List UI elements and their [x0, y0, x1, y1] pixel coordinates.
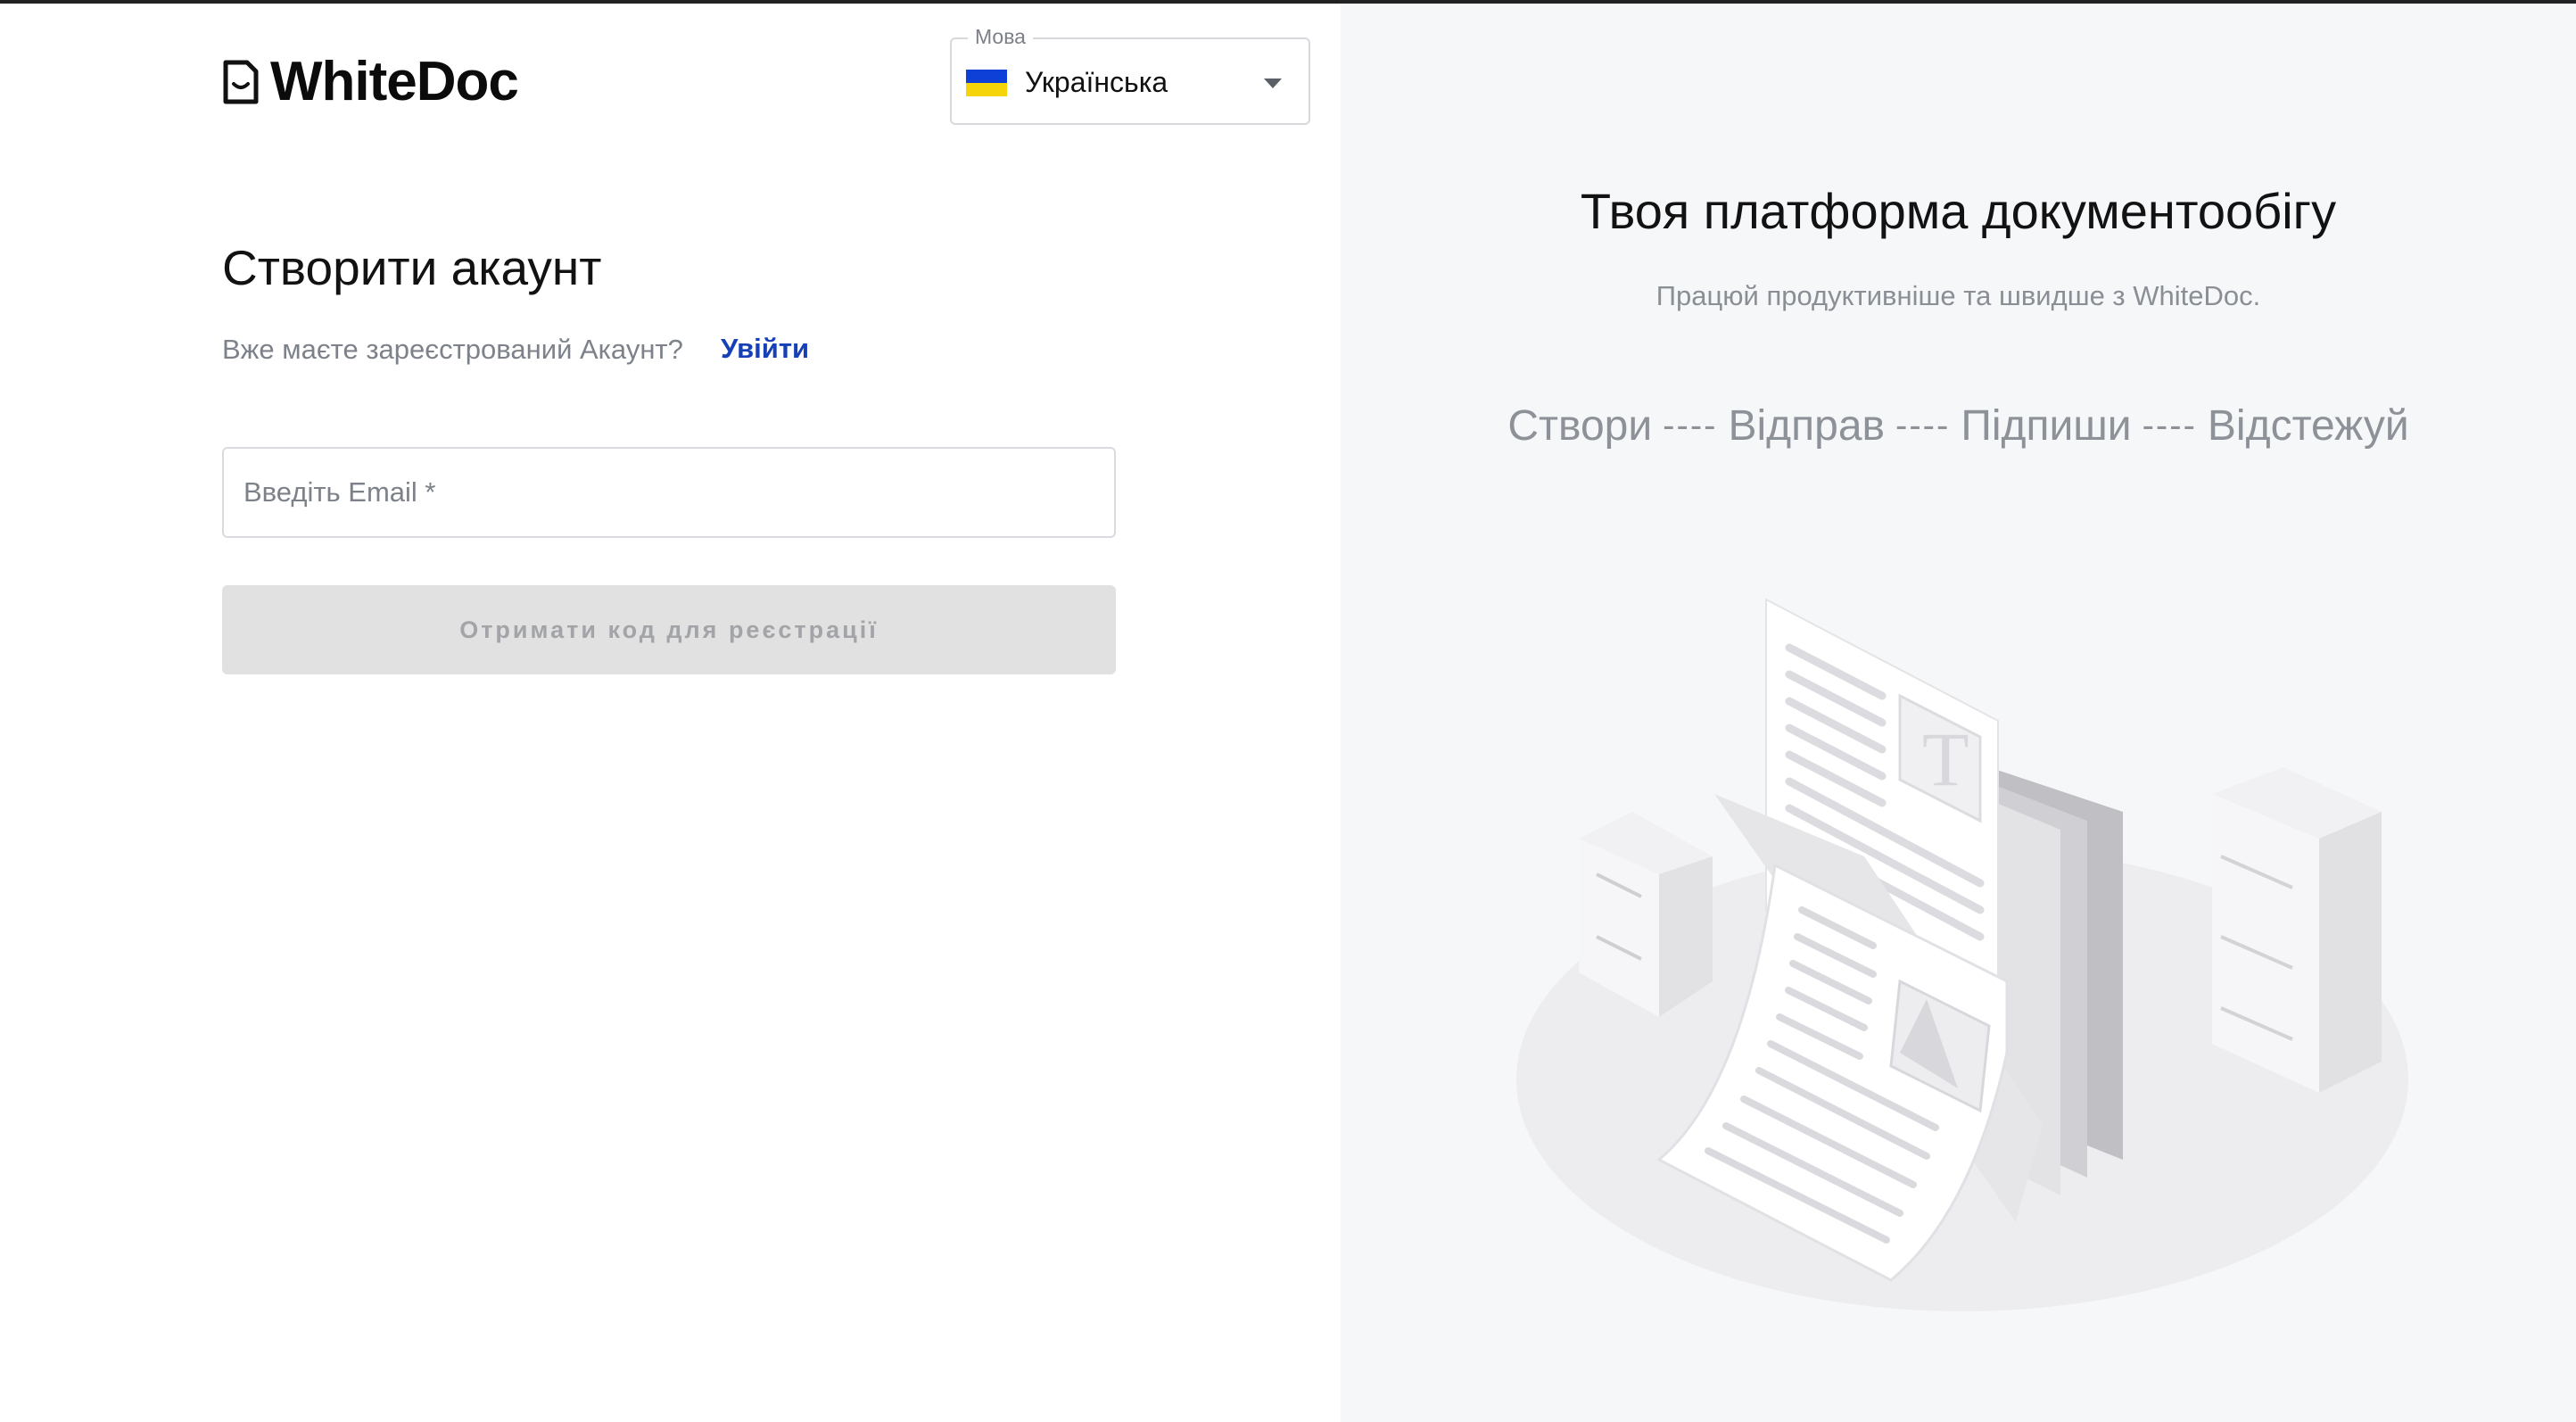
brand-name: WhiteDoc: [270, 51, 519, 112]
ukraine-flag-icon: [966, 70, 1007, 96]
step-separator: ----: [1895, 406, 1951, 445]
promo-title: Твоя платформа документообігу: [1580, 183, 2337, 239]
svg-text:T: T: [1922, 716, 1969, 802]
promo-subtitle: Працюй продуктивніше та швидше з WhiteDo…: [1655, 280, 2261, 311]
step-separator: ----: [1663, 406, 1718, 445]
brand-logo[interactable]: WhiteDoc: [222, 50, 519, 113]
document-logo-icon: [223, 60, 259, 103]
step-create: Створи: [1507, 402, 1653, 450]
chevron-down-icon[interactable]: [1264, 79, 1282, 88]
email-field[interactable]: [222, 447, 1116, 538]
step-separator: ----: [2142, 406, 2197, 445]
documents-illustration: T: [1516, 598, 2408, 1311]
language-value: Українська: [1025, 66, 1168, 98]
step-send: Відправ: [1728, 402, 1886, 450]
login-link[interactable]: Увійти: [721, 333, 809, 365]
get-code-button[interactable]: Отримати код для реєстрації: [222, 585, 1116, 674]
right-cabinet-icon: [2212, 767, 2382, 1093]
workflow-steps: Створи ---- Відправ ---- Підпиши ---- Ві…: [1341, 401, 2576, 451]
page-title: Створити акаунт: [222, 240, 602, 295]
have-account-text: Вже маєте зареєстрований Акаунт?: [222, 334, 683, 365]
signup-pane: [0, 4, 1341, 1422]
step-track: Відстежуй: [2207, 402, 2409, 450]
language-select[interactable]: Мова Українська: [950, 25, 1310, 125]
language-legend: Мова: [968, 25, 1033, 49]
step-sign: Підпиши: [1961, 402, 2132, 450]
